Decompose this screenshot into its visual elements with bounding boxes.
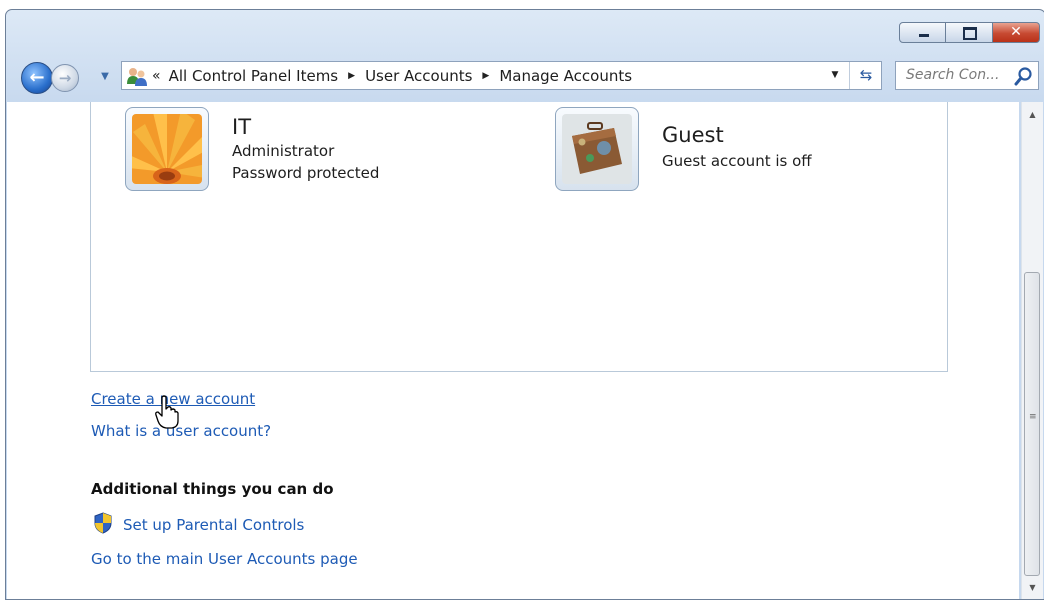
chevron-down-icon: ▼: [101, 71, 109, 82]
main-user-accounts-page-link[interactable]: Go to the main User Accounts page: [91, 550, 358, 568]
navigation-bar: ← → ▼ « All Control Panel Items ▶ User A…: [6, 58, 1044, 98]
content-area: IT Administrator Password protected Gues…: [7, 102, 1019, 599]
back-button[interactable]: ←: [21, 62, 53, 94]
breadcrumb: « All Control Panel Items ▶ User Account…: [152, 62, 632, 89]
search-input[interactable]: Search Con...: [906, 62, 999, 89]
address-bar[interactable]: « All Control Panel Items ▶ User Account…: [121, 61, 882, 90]
suitcase-picture-icon: [562, 114, 632, 184]
grip-icon: ≡: [1029, 412, 1037, 422]
search-box[interactable]: Search Con...: [895, 61, 1039, 90]
maximize-icon: [963, 27, 977, 40]
breadcrumb-manage-accounts[interactable]: Manage Accounts: [499, 67, 632, 85]
manage-accounts-window: ✕ ← → ▼ « All Control Panel Items ▶ User…: [5, 9, 1044, 600]
shield-icon: [94, 512, 112, 534]
scroll-down-icon[interactable]: ▼: [1022, 579, 1043, 597]
breadcrumb-separator-icon[interactable]: ▶: [348, 71, 355, 81]
forward-button[interactable]: →: [51, 64, 79, 92]
breadcrumb-overflow[interactable]: «: [152, 68, 160, 84]
what-is-user-account-link[interactable]: What is a user account?: [91, 422, 271, 440]
minimize-icon: [919, 34, 929, 37]
minimize-button[interactable]: [899, 22, 946, 43]
address-dropdown-icon[interactable]: ▼: [825, 62, 845, 89]
title-bar: ✕: [6, 10, 1044, 56]
maximize-button[interactable]: [946, 22, 993, 43]
breadcrumb-all-control-panel-items[interactable]: All Control Panel Items: [169, 67, 339, 85]
refresh-icon: ⇆: [859, 66, 873, 84]
set-up-parental-controls-link[interactable]: Set up Parental Controls: [123, 516, 304, 534]
close-icon: ✕: [1010, 24, 1022, 40]
back-arrow-icon: ←: [29, 67, 45, 88]
account-password-status: Password protected: [232, 164, 380, 182]
account-picture[interactable]: [125, 107, 209, 191]
user-accounts-icon: [127, 68, 147, 86]
account-name[interactable]: IT: [232, 115, 251, 139]
vertical-scrollbar[interactable]: ▲ ≡ ▼: [1021, 102, 1043, 599]
breadcrumb-user-accounts[interactable]: User Accounts: [365, 67, 472, 85]
scrollbar-thumb[interactable]: ≡: [1024, 272, 1040, 576]
hand-cursor-icon: [155, 395, 179, 429]
account-type: Administrator: [232, 142, 335, 160]
additional-things-heading: Additional things you can do: [91, 480, 334, 498]
account-name[interactable]: Guest: [662, 123, 724, 147]
recent-pages-dropdown[interactable]: ▼: [98, 70, 112, 84]
accounts-panel: IT Administrator Password protected Gues…: [90, 102, 948, 372]
close-button[interactable]: ✕: [993, 22, 1040, 43]
flower-picture-icon: [132, 114, 202, 184]
search-icon[interactable]: [1014, 66, 1034, 86]
forward-arrow-icon: →: [58, 69, 72, 87]
scroll-up-icon[interactable]: ▲: [1022, 106, 1043, 124]
account-picture[interactable]: [555, 107, 639, 191]
account-status: Guest account is off: [662, 152, 812, 170]
breadcrumb-separator-icon[interactable]: ▶: [482, 71, 489, 81]
refresh-button[interactable]: ⇆: [849, 62, 882, 89]
